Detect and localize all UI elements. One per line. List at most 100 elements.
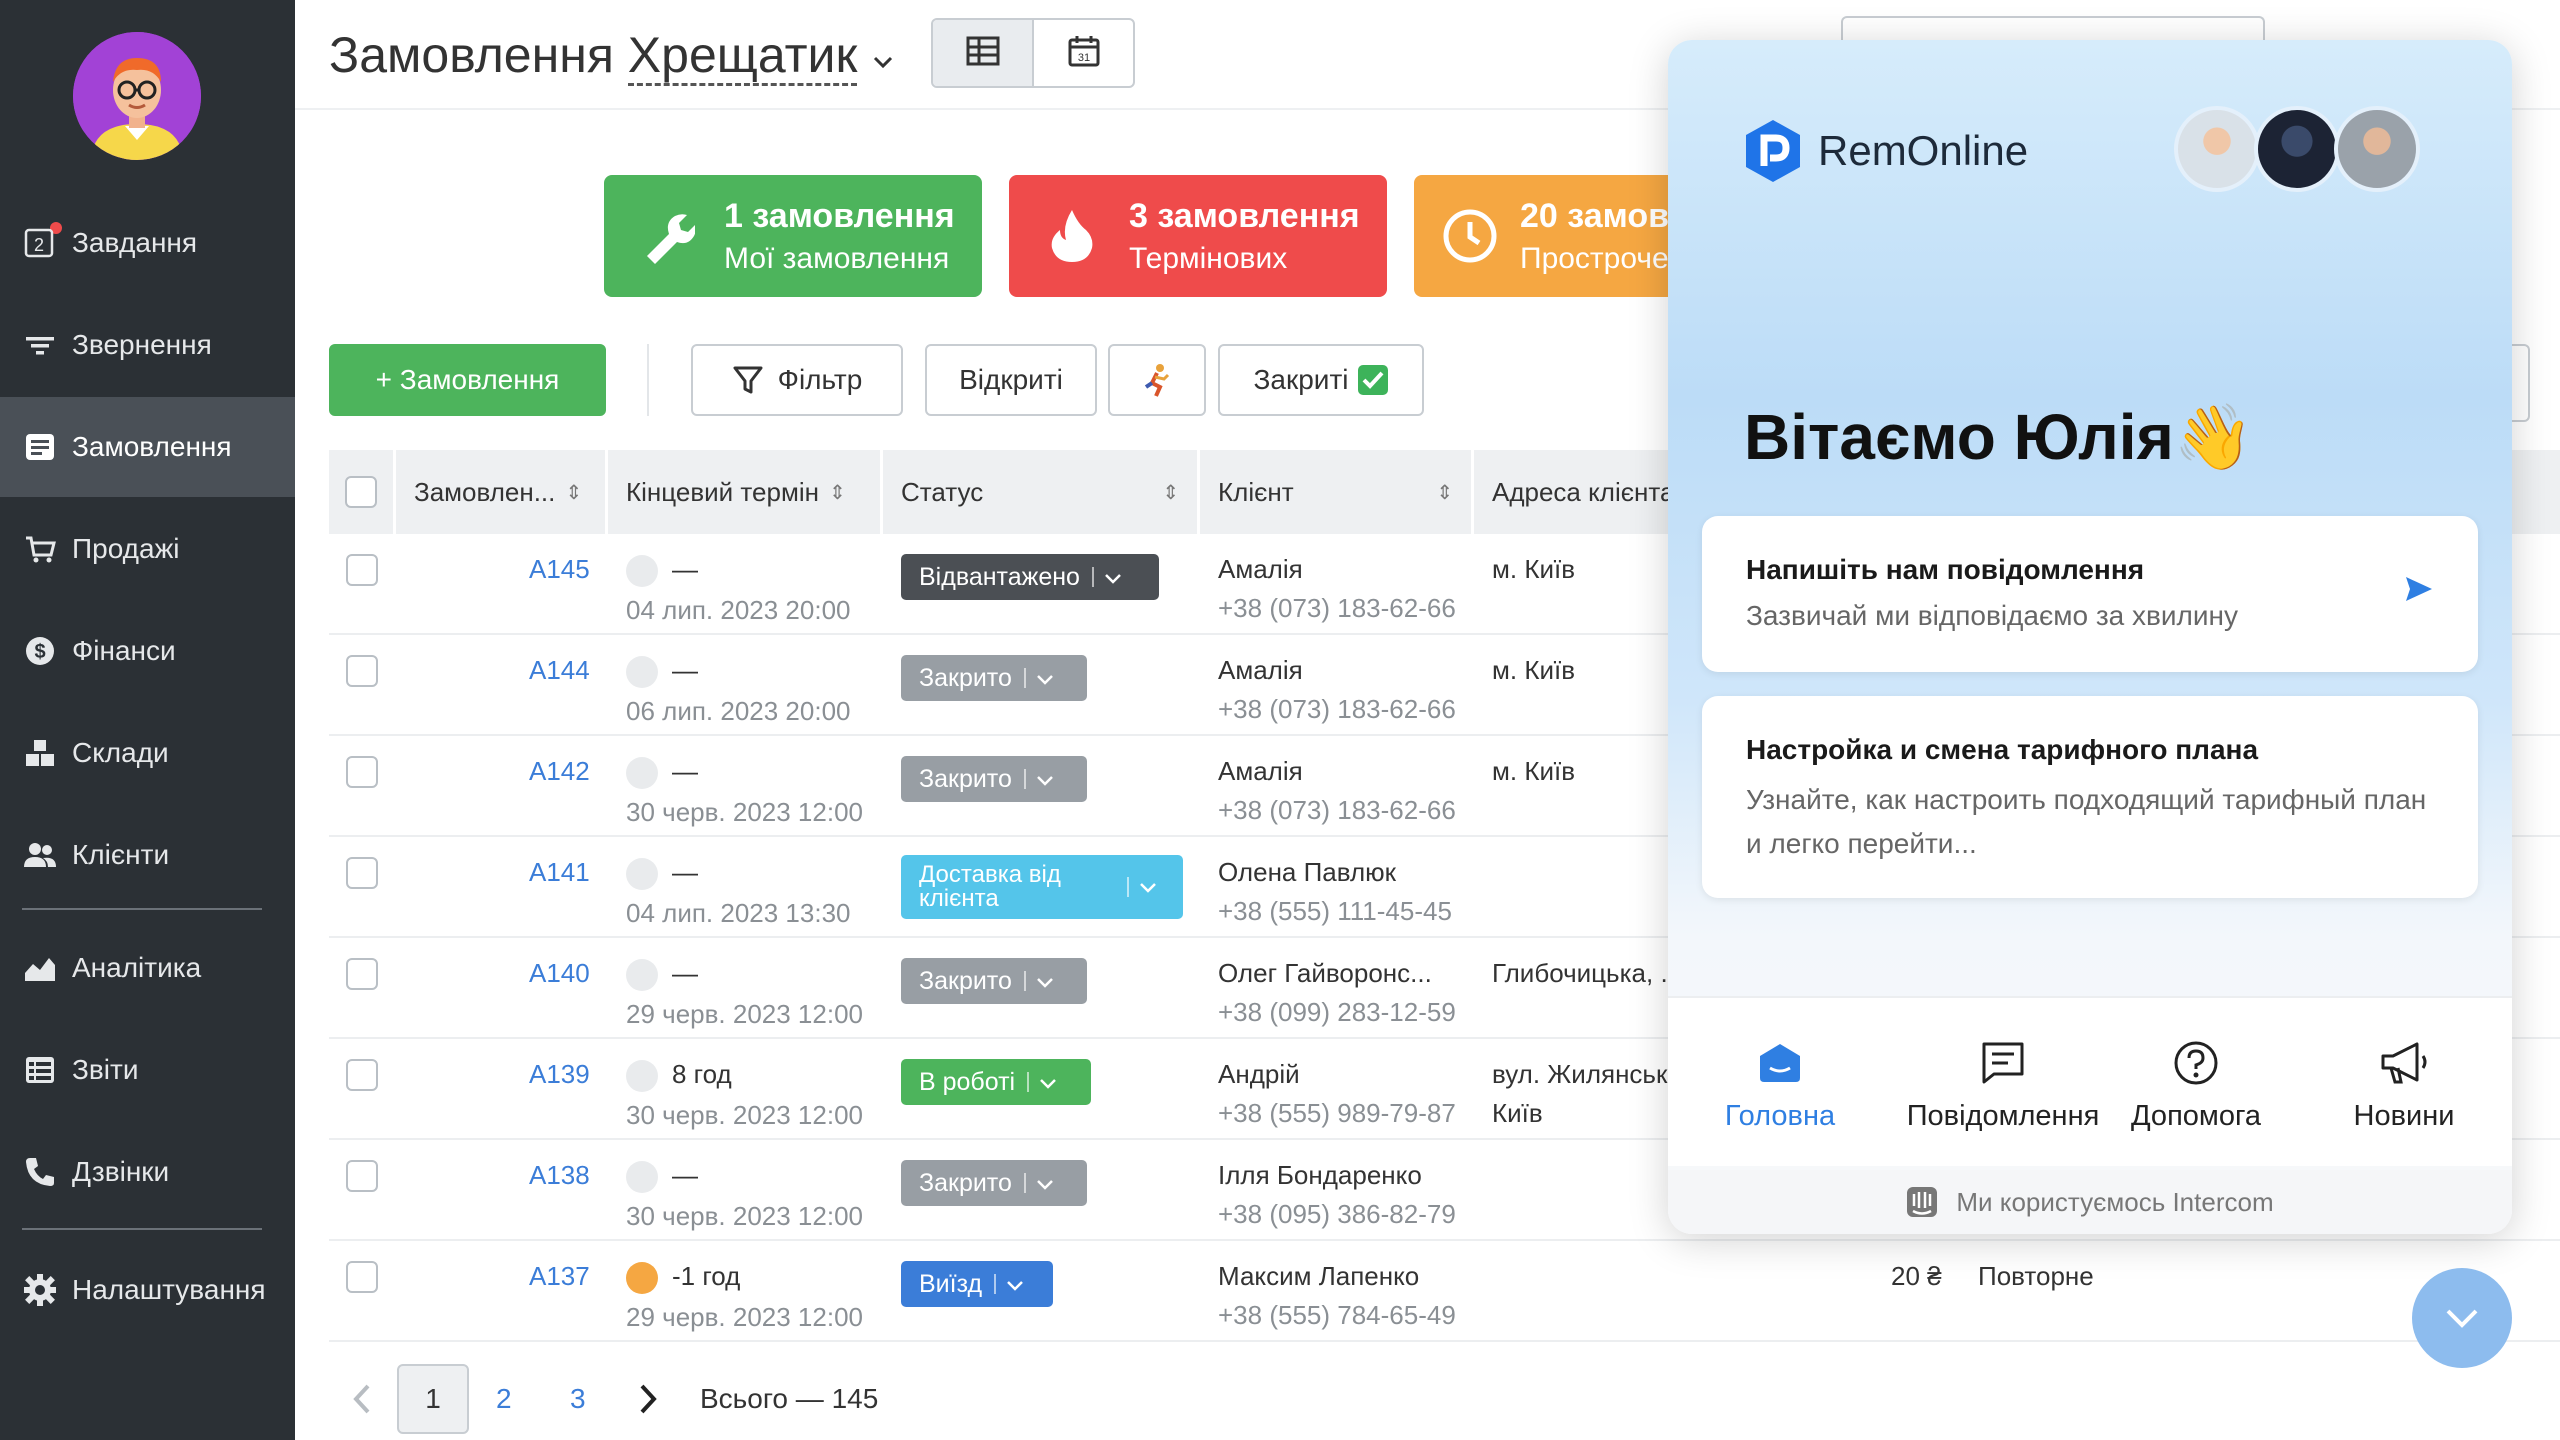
client-phone: +38 (555) 989-79-87 — [1218, 1098, 1456, 1128]
client-name: Амалія — [1218, 655, 1303, 685]
article-card[interactable]: Настройка и смена тарифного плана Узнайт… — [1702, 696, 2478, 898]
deadline-value: — — [672, 756, 698, 786]
my-orders-card[interactable]: 1 замовлення Мої замовлення — [604, 175, 982, 297]
order-number-link[interactable]: A145 — [529, 554, 590, 585]
column-header-client[interactable]: Клієнт ⇕ — [1200, 450, 1474, 534]
order-number-link[interactable]: A138 — [529, 1160, 590, 1191]
sidebar: 2 Завдання Звернення Замовлення Продажі … — [0, 0, 295, 1440]
status-dropdown[interactable]: Доставка від клієнта — [901, 855, 1183, 919]
order-number-link[interactable]: A141 — [529, 857, 590, 888]
amount-cell: 20 ₴ — [1891, 1261, 1942, 1291]
nav-help[interactable]: Допомога — [2096, 1036, 2296, 1133]
add-order-button[interactable]: + Замовлення — [329, 344, 606, 416]
page-1-button[interactable]: 1 — [397, 1364, 469, 1434]
status-dropdown[interactable]: Відвантажено — [901, 554, 1159, 600]
stat-count: 20 замов — [1520, 196, 1668, 235]
nav-news[interactable]: Новини — [2304, 1036, 2504, 1133]
sidebar-item-clients[interactable]: Клієнти — [0, 805, 295, 905]
prev-page-button[interactable] — [350, 1364, 374, 1440]
send-message-card[interactable]: Напишіть нам повідомлення Зазвичай ми ві… — [1702, 516, 2478, 672]
sidebar-item-sales[interactable]: Продажі — [0, 499, 295, 599]
calendar-view-button[interactable]: 31 — [1034, 20, 1133, 86]
funnel-icon — [732, 364, 764, 396]
status-label: Закрито — [919, 966, 1012, 995]
status-dropdown[interactable]: Закрито — [901, 1160, 1087, 1206]
table-view-button[interactable] — [933, 20, 1034, 86]
send-arrow-icon — [2404, 574, 2434, 609]
sidebar-item-label: Налаштування — [72, 1274, 266, 1305]
column-header-deadline[interactable]: Кінцевий термін ⇕ — [608, 450, 883, 534]
closed-orders-button[interactable]: Закриті — [1218, 344, 1424, 416]
row-checkbox[interactable] — [346, 1261, 378, 1293]
users-icon — [22, 837, 58, 873]
urgent-orders-card[interactable]: 3 замовлення Термінових — [1009, 175, 1387, 297]
deadline-cell: — 04 лип. 2023 20:00 — [626, 554, 851, 626]
close-messenger-button[interactable] — [2412, 1268, 2512, 1368]
table-row[interactable]: A137 -1 год 29 черв. 2023 12:00 Виїзд Ма… — [329, 1241, 2560, 1342]
page-3-link[interactable]: 3 — [570, 1383, 586, 1415]
check-mark-icon — [1357, 364, 1389, 396]
address-cell: Глибочицька, ... — [1492, 958, 1682, 989]
svg-text:2: 2 — [34, 235, 44, 255]
open-orders-button[interactable]: Відкриті — [925, 344, 1097, 416]
order-number-link[interactable]: A140 — [529, 958, 590, 989]
sidebar-item-analytics[interactable]: Аналітика — [0, 918, 295, 1018]
sidebar-item-settings[interactable]: Налаштування — [0, 1240, 295, 1340]
column-header-order[interactable]: Замовлен... ⇕ — [396, 450, 608, 534]
nav-label: Головна — [1724, 1100, 1836, 1132]
table-icon — [966, 36, 1000, 71]
status-dropdown[interactable]: Закрито — [901, 958, 1087, 1004]
filter-button[interactable]: Фільтр — [691, 344, 903, 416]
avatar[interactable] — [73, 32, 201, 160]
nav-messages[interactable]: Повідомлення — [1888, 1036, 2118, 1133]
order-id: A140 — [529, 958, 590, 988]
sidebar-item-tasks[interactable]: 2 Завдання — [0, 193, 295, 293]
sidebar-item-calls[interactable]: Дзвінки — [0, 1122, 295, 1222]
order-number-link[interactable]: A139 — [529, 1059, 590, 1090]
sidebar-item-appeals[interactable]: Звернення — [0, 295, 295, 395]
row-checkbox[interactable] — [346, 1160, 378, 1192]
status-dropdown[interactable]: В роботі — [901, 1059, 1091, 1105]
page-2-link[interactable]: 2 — [496, 1383, 512, 1415]
row-checkbox[interactable] — [346, 756, 378, 788]
chevron-down-icon[interactable] — [871, 27, 895, 83]
column-header-status[interactable]: Статус ⇕ — [883, 450, 1200, 534]
filter-lines-icon — [22, 327, 58, 363]
row-checkbox[interactable] — [346, 655, 378, 687]
agent-avatar — [2254, 106, 2340, 192]
avatar-illustration — [73, 32, 201, 160]
location-selector[interactable]: Хрещатик — [627, 27, 858, 86]
brand-logo: RemOnline — [1742, 118, 2028, 184]
row-checkbox[interactable] — [346, 958, 378, 990]
runner-filter-button[interactable] — [1108, 344, 1206, 416]
deadline-value: 8 год — [672, 1059, 732, 1089]
powered-by-intercom[interactable]: Ми користуємось Intercom — [1668, 1170, 2512, 1234]
select-all-checkbox[interactable] — [345, 476, 377, 508]
row-checkbox[interactable] — [346, 1059, 378, 1091]
sort-icon: ⇕ — [1162, 481, 1179, 504]
row-checkbox[interactable] — [346, 554, 378, 586]
client-name: Олена Павлюк — [1218, 857, 1397, 887]
status-dropdown[interactable]: Виїзд — [901, 1261, 1053, 1307]
status-dropdown[interactable]: Закрито — [901, 655, 1087, 701]
overdue-orders-card[interactable]: 20 замов Простроче — [1414, 175, 1668, 297]
next-page-button[interactable] — [636, 1364, 660, 1440]
status-label: Закрито — [919, 764, 1012, 793]
clock-icon — [626, 1161, 658, 1194]
status-dropdown[interactable]: Закрито — [901, 756, 1087, 802]
card-subtitle: Узнайте, как настроить подходящий тарифн… — [1746, 784, 2427, 859]
sidebar-item-warehouses[interactable]: Склади — [0, 703, 295, 803]
row-checkbox[interactable] — [346, 857, 378, 889]
gear-icon — [22, 1272, 58, 1308]
nav-home[interactable]: Головна — [1680, 1036, 1880, 1133]
sort-icon: ⇕ — [1436, 481, 1453, 504]
order-number-link[interactable]: A144 — [529, 655, 590, 686]
client-address: м. Київ — [1492, 756, 1576, 786]
svg-text:$: $ — [34, 641, 45, 663]
sidebar-item-finance[interactable]: $ Фінанси — [0, 601, 295, 701]
client-phone: +38 (555) 784-65-49 — [1218, 1300, 1456, 1330]
order-number-link[interactable]: A137 — [529, 1261, 590, 1292]
sidebar-item-orders[interactable]: Замовлення — [0, 397, 295, 497]
order-number-link[interactable]: A142 — [529, 756, 590, 787]
sidebar-item-reports[interactable]: Звіти — [0, 1020, 295, 1120]
